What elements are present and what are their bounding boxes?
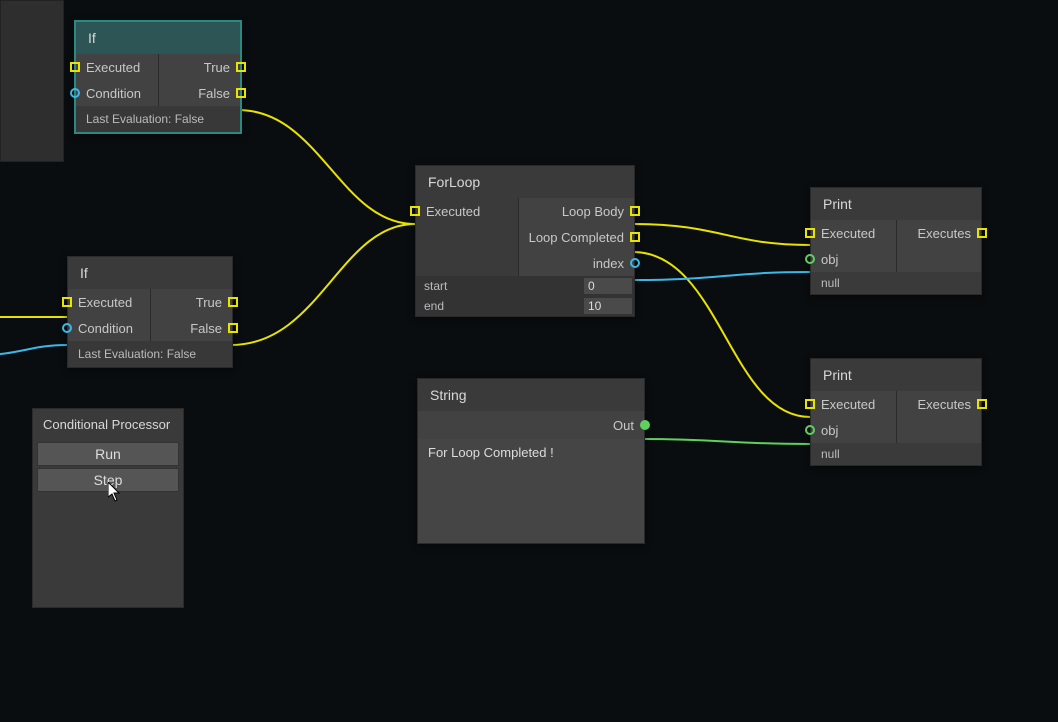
null-label: null bbox=[811, 443, 981, 465]
port-executed[interactable]: Executed bbox=[416, 198, 518, 224]
node-footer: Last Evaluation: False bbox=[68, 341, 232, 367]
background-panel bbox=[0, 0, 64, 162]
field-end[interactable]: end 10 bbox=[416, 296, 634, 316]
node-title: String bbox=[418, 379, 644, 411]
port-executed[interactable]: Executed bbox=[811, 220, 896, 246]
port-condition[interactable]: Condition bbox=[68, 315, 150, 341]
port-condition[interactable]: Condition bbox=[76, 80, 158, 106]
run-button[interactable]: Run bbox=[37, 442, 179, 466]
exec-out-icon[interactable] bbox=[977, 399, 987, 409]
port-loop-completed[interactable]: Loop Completed bbox=[519, 224, 634, 250]
exec-in-icon[interactable] bbox=[70, 62, 80, 72]
port-executes[interactable]: Executes bbox=[897, 220, 982, 246]
exec-in-icon[interactable] bbox=[805, 228, 815, 238]
exec-out-true-icon[interactable] bbox=[236, 62, 246, 72]
data-out-icon[interactable] bbox=[630, 258, 640, 268]
exec-out-false-icon[interactable] bbox=[228, 323, 238, 333]
node-forloop[interactable]: ForLoop Executed Loop Body Loop Complete… bbox=[415, 165, 635, 317]
step-button[interactable]: Step bbox=[37, 468, 179, 492]
port-obj[interactable]: obj bbox=[811, 417, 896, 443]
port-loop-body[interactable]: Loop Body bbox=[519, 198, 634, 224]
data-in-icon[interactable] bbox=[805, 254, 815, 264]
port-executed[interactable]: Executed bbox=[68, 289, 150, 315]
exec-in-icon[interactable] bbox=[62, 297, 72, 307]
port-index[interactable]: index bbox=[519, 250, 634, 276]
condition-in-icon[interactable] bbox=[70, 88, 80, 98]
port-obj[interactable]: obj bbox=[811, 246, 896, 272]
node-title: If bbox=[68, 257, 232, 289]
end-value[interactable]: 10 bbox=[584, 298, 632, 314]
exec-out-false-icon[interactable] bbox=[236, 88, 246, 98]
data-out-icon[interactable] bbox=[640, 420, 650, 430]
exec-out-true-icon[interactable] bbox=[228, 297, 238, 307]
port-executed[interactable]: Executed bbox=[76, 54, 158, 80]
node-print-1[interactable]: Print Executed obj Executes null bbox=[810, 187, 982, 295]
panel-conditional-processor[interactable]: Conditional Processor Run Step bbox=[32, 408, 184, 608]
exec-out-icon[interactable] bbox=[630, 206, 640, 216]
null-label: null bbox=[811, 272, 981, 294]
port-executes[interactable]: Executes bbox=[897, 391, 982, 417]
port-executed[interactable]: Executed bbox=[811, 391, 896, 417]
field-start[interactable]: start 0 bbox=[416, 276, 634, 296]
node-footer: Last Evaluation: False bbox=[76, 106, 240, 132]
start-value[interactable]: 0 bbox=[584, 278, 632, 294]
port-out[interactable]: Out bbox=[418, 411, 644, 439]
exec-out-icon[interactable] bbox=[630, 232, 640, 242]
node-print-2[interactable]: Print Executed obj Executes null bbox=[810, 358, 982, 466]
panel-title: Conditional Processor bbox=[33, 409, 183, 440]
string-value[interactable]: For Loop Completed ! bbox=[418, 439, 644, 543]
node-title: If bbox=[76, 22, 240, 54]
node-title: Print bbox=[811, 359, 981, 391]
node-title: Print bbox=[811, 188, 981, 220]
port-true[interactable]: True bbox=[159, 54, 241, 80]
port-false[interactable]: False bbox=[159, 80, 241, 106]
node-if-2[interactable]: If Executed Condition True False Last Ev… bbox=[67, 256, 233, 368]
exec-in-icon[interactable] bbox=[410, 206, 420, 216]
condition-in-icon[interactable] bbox=[62, 323, 72, 333]
data-in-icon[interactable] bbox=[805, 425, 815, 435]
exec-out-icon[interactable] bbox=[977, 228, 987, 238]
node-if-1[interactable]: If Executed Condition True False Last Ev… bbox=[74, 20, 242, 134]
node-title: ForLoop bbox=[416, 166, 634, 198]
port-false[interactable]: False bbox=[151, 315, 233, 341]
port-true[interactable]: True bbox=[151, 289, 233, 315]
exec-in-icon[interactable] bbox=[805, 399, 815, 409]
node-string[interactable]: String Out For Loop Completed ! bbox=[417, 378, 645, 544]
